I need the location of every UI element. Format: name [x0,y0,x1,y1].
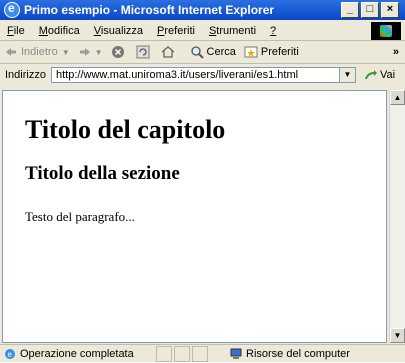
status-left: e Operazione completata [0,348,154,360]
favorites-icon [244,46,258,58]
status-cell [192,346,208,362]
forward-button[interactable]: ▼ [74,45,107,59]
menu-strumenti[interactable]: Strumenti [202,25,263,37]
favorites-button[interactable]: Preferiti [240,45,303,59]
go-arrow-icon [365,70,377,79]
stop-icon [111,46,124,58]
home-button[interactable] [157,45,182,59]
window-controls: _ □ × [341,2,399,18]
minimize-button[interactable]: _ [341,2,359,18]
vertical-scrollbar[interactable]: ▲ ▼ [389,90,405,343]
page-heading-2: Titolo della sezione [25,163,180,184]
search-button[interactable]: Cerca [186,45,240,59]
go-button[interactable]: Vai [364,69,395,81]
home-icon [161,46,174,58]
address-dropdown-icon[interactable]: ▼ [339,68,355,82]
search-icon [190,46,204,59]
zone-indicator: Risorse del computer [230,348,350,360]
status-cell [156,346,172,362]
page-heading-1: Titolo del capitolo [25,115,226,144]
menu-file[interactable]: File [0,25,32,37]
menu-modifica[interactable]: Modifica [32,25,87,37]
go-label: Vai [380,69,396,81]
close-button[interactable]: × [381,2,399,18]
menu-visualizza[interactable]: Visualizza [87,25,150,37]
menu-bar: File Modifica Visualizza Preferiti Strum… [0,21,405,41]
toolbar-overflow-icon[interactable]: » [393,46,399,58]
window-title: Primo esempio - Microsoft Internet Explo… [24,3,275,17]
refresh-icon [136,45,150,59]
address-url: http://www.mat.uniroma3.it/users/liveran… [56,69,299,81]
address-bar: Indirizzo http://www.mat.uniroma3.it/use… [0,64,405,86]
forward-arrow-icon [79,48,90,56]
favorites-label: Preferiti [260,46,299,58]
back-label: Indietro [21,46,58,58]
menu-help[interactable]: ? [263,25,283,37]
toolbar: Indietro ▼ ▼ Cerca Preferiti » [0,41,405,64]
forward-dropdown-icon[interactable]: ▼ [95,48,103,57]
menu-preferiti[interactable]: Preferiti [150,25,202,37]
status-cell [174,346,190,362]
page-done-icon: e [5,349,15,359]
back-arrow-icon [6,48,16,56]
address-input[interactable]: http://www.mat.uniroma3.it/users/liveran… [51,67,356,83]
svg-text:e: e [8,350,13,359]
page-content: Titolo del capitolo Titolo della sezione… [2,90,387,343]
ie-logo-icon [4,1,20,18]
page-paragraph: Testo del paragrafo... [25,209,135,224]
zone-label: Risorse del computer [246,348,350,360]
address-label: Indirizzo [5,69,46,81]
search-label: Cerca [206,46,236,58]
computer-icon [230,348,242,359]
status-bar: e Operazione completata Risorse del comp… [0,344,405,363]
back-button[interactable]: Indietro ▼ [0,45,74,59]
title-bar[interactable]: Primo esempio - Microsoft Internet Explo… [0,0,405,20]
back-dropdown-icon[interactable]: ▼ [62,48,70,57]
status-text: Operazione completata [20,348,134,360]
scroll-down-icon[interactable]: ▼ [390,328,405,343]
scroll-up-icon[interactable]: ▲ [390,90,405,105]
stop-button[interactable] [107,45,132,59]
refresh-button[interactable] [132,45,157,59]
windows-logo-icon [371,22,401,40]
maximize-button[interactable]: □ [361,2,379,18]
browser-window: Primo esempio - Microsoft Internet Explo… [0,0,405,362]
